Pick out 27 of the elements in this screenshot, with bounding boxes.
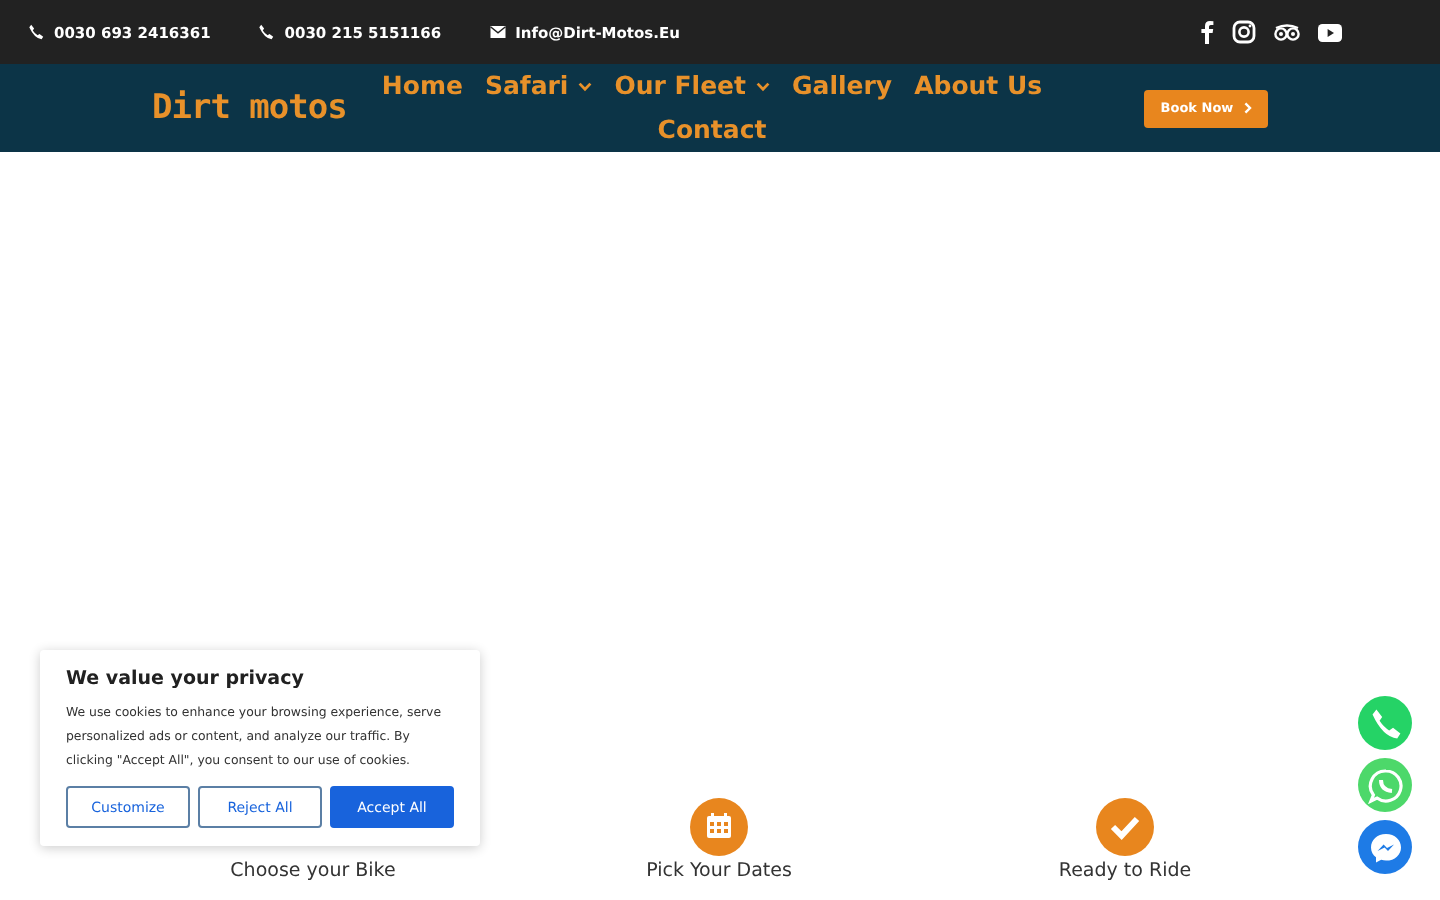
owl-icon[interactable] — [1274, 23, 1300, 41]
step-label: Ready to Ride — [1058, 860, 1192, 882]
nav-link[interactable]: Home — [381, 64, 463, 108]
caret-icon — [578, 81, 593, 91]
phone-icon — [28, 24, 44, 40]
messenger-icon — [1367, 829, 1403, 865]
instagram-icon[interactable] — [1232, 20, 1256, 44]
logo[interactable]: Dirt motos — [152, 88, 372, 128]
messenger-button[interactable] — [1358, 820, 1412, 874]
nav-link[interactable]: About Us — [914, 64, 1043, 108]
nav-link[interactable]: Safari — [484, 64, 593, 108]
caret-icon — [756, 81, 771, 91]
step-label: Choose your Bike — [230, 860, 396, 882]
dialog-title: We value your privacy — [66, 668, 306, 690]
nav-link[interactable]: Gallery — [792, 64, 893, 108]
nav-link[interactable]: Our Fleet — [614, 64, 771, 108]
nav-link[interactable]: Contact — [657, 108, 767, 152]
phone-icon — [258, 24, 275, 40]
step-label: Pick Your Dates — [646, 860, 792, 882]
checkmark-icon — [1096, 798, 1154, 856]
phone-icon — [1369, 707, 1401, 739]
chat-icon — [1367, 767, 1403, 803]
facebook-icon[interactable] — [1200, 20, 1214, 44]
mail-icon — [489, 26, 506, 38]
chevron-icon — [1243, 102, 1252, 114]
youtube-icon[interactable] — [1318, 23, 1342, 41]
calendar-icon — [690, 798, 748, 856]
